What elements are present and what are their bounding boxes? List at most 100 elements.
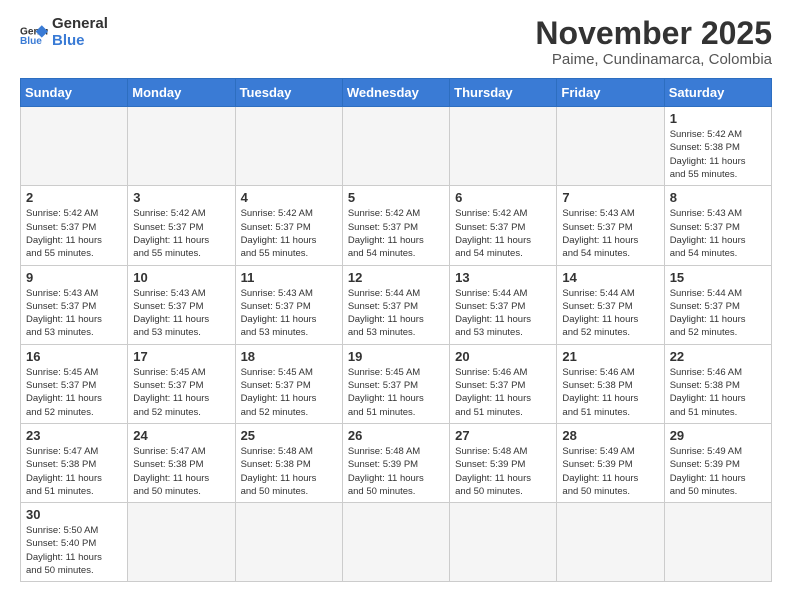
day-info: Sunrise: 5:46 AMSunset: 5:37 PMDaylight:… (455, 366, 551, 419)
day-info: Sunrise: 5:50 AMSunset: 5:40 PMDaylight:… (26, 524, 122, 577)
weekday-header-wednesday: Wednesday (342, 79, 449, 107)
day-number: 27 (455, 428, 551, 443)
calendar-cell: 26 Sunrise: 5:48 AMSunset: 5:39 PMDayligh… (342, 423, 449, 502)
day-number: 11 (241, 270, 337, 285)
calendar-cell: 18Sunrise: 5:45 AMSunset: 5:37 PMDayligh… (235, 344, 342, 423)
day-info: Sunrise: 5:48 AMSunset: 5:39 PMDaylight:… (455, 445, 551, 498)
day-number: 1 (670, 111, 766, 126)
day-info: Sunrise: 5:46 AMSunset: 5:38 PMDaylight:… (670, 366, 766, 419)
calendar-cell (342, 503, 449, 582)
svg-text:Blue: Blue (20, 35, 42, 46)
day-number: 3 (133, 190, 229, 205)
day-number: 25 (241, 428, 337, 443)
calendar-table: SundayMondayTuesdayWednesdayThursdayFrid… (20, 78, 772, 582)
calendar-cell: 6Sunrise: 5:42 AMSunset: 5:37 PMDaylight… (450, 186, 557, 265)
calendar-cell: 12Sunrise: 5:44 AMSunset: 5:37 PMDayligh… (342, 265, 449, 344)
calendar-cell (557, 107, 664, 186)
logo: General Blue General Blue (20, 16, 108, 49)
week-row-1: 1 Sunrise: 5:42 AMSunset: 5:38 PMDaylight… (21, 107, 772, 186)
calendar-cell: 13 Sunrise: 5:44 AMSunset: 5:37 PMDayligh… (450, 265, 557, 344)
calendar-cell: 28Sunrise: 5:49 AMSunset: 5:39 PMDayligh… (557, 423, 664, 502)
calendar-cell: 3Sunrise: 5:42 AMSunset: 5:37 PMDaylight… (128, 186, 235, 265)
day-info: Sunrise: 5:42 AMSunset: 5:37 PMDaylight:… (455, 207, 551, 260)
calendar-cell (342, 107, 449, 186)
weekday-header-tuesday: Tuesday (235, 79, 342, 107)
day-number: 21 (562, 349, 658, 364)
day-info: Sunrise: 5:43 AMSunset: 5:37 PMDaylight:… (241, 287, 337, 340)
week-row-2: 2Sunrise: 5:42 AMSunset: 5:37 PMDaylight… (21, 186, 772, 265)
day-info: Sunrise: 5:49 AMSunset: 5:39 PMDaylight:… (670, 445, 766, 498)
day-info: Sunrise: 5:45 AMSunset: 5:37 PMDaylight:… (26, 366, 122, 419)
day-number: 14 (562, 270, 658, 285)
week-row-6: 30 Sunrise: 5:50 AMSunset: 5:40 PMDayligh… (21, 503, 772, 582)
header: General Blue General Blue November 2025 … (20, 16, 772, 68)
calendar-cell (557, 503, 664, 582)
day-number: 29 (670, 428, 766, 443)
day-info: Sunrise: 5:46 AMSunset: 5:38 PMDaylight:… (562, 366, 658, 419)
day-info: Sunrise: 5:42 AMSunset: 5:37 PMDaylight:… (26, 207, 122, 260)
day-info: Sunrise: 5:48 AMSunset: 5:39 PMDaylight:… (348, 445, 444, 498)
calendar-cell (128, 503, 235, 582)
calendar-cell: 14 Sunrise: 5:44 AMSunset: 5:37 PMDayligh… (557, 265, 664, 344)
day-number: 17 (133, 349, 229, 364)
logo-text-blue: Blue (52, 33, 108, 50)
day-number: 10 (133, 270, 229, 285)
logo-icon: General Blue (20, 19, 48, 47)
day-number: 26 (348, 428, 444, 443)
day-info: Sunrise: 5:44 AMSunset: 5:37 PMDaylight:… (455, 287, 551, 340)
weekday-header-saturday: Saturday (664, 79, 771, 107)
calendar-cell: 4Sunrise: 5:42 AMSunset: 5:37 PMDaylight… (235, 186, 342, 265)
calendar-cell: 9 Sunrise: 5:43 AMSunset: 5:37 PMDaylight… (21, 265, 128, 344)
day-info: Sunrise: 5:48 AMSunset: 5:38 PMDaylight:… (241, 445, 337, 498)
main-title: November 2025 (535, 16, 772, 51)
calendar-cell (235, 107, 342, 186)
week-row-4: 16 Sunrise: 5:45 AMSunset: 5:37 PMDayligh… (21, 344, 772, 423)
calendar-cell (450, 107, 557, 186)
calendar-cell: 5Sunrise: 5:42 AMSunset: 5:37 PMDaylight… (342, 186, 449, 265)
week-row-3: 9 Sunrise: 5:43 AMSunset: 5:37 PMDaylight… (21, 265, 772, 344)
weekday-header-sunday: Sunday (21, 79, 128, 107)
day-info: Sunrise: 5:43 AMSunset: 5:37 PMDaylight:… (670, 207, 766, 260)
calendar-cell: 29 Sunrise: 5:49 AMSunset: 5:39 PMDayligh… (664, 423, 771, 502)
calendar-cell: 20Sunrise: 5:46 AMSunset: 5:37 PMDayligh… (450, 344, 557, 423)
day-info: Sunrise: 5:43 AMSunset: 5:37 PMDaylight:… (26, 287, 122, 340)
calendar-cell: 10 Sunrise: 5:43 AMSunset: 5:37 PMDayligh… (128, 265, 235, 344)
day-number: 16 (26, 349, 122, 364)
day-number: 28 (562, 428, 658, 443)
day-number: 30 (26, 507, 122, 522)
day-info: Sunrise: 5:45 AMSunset: 5:37 PMDaylight:… (133, 366, 229, 419)
day-info: Sunrise: 5:47 AMSunset: 5:38 PMDaylight:… (26, 445, 122, 498)
calendar-body: 1 Sunrise: 5:42 AMSunset: 5:38 PMDaylight… (21, 107, 772, 582)
page: General Blue General Blue November 2025 … (0, 0, 792, 602)
calendar-cell: 2Sunrise: 5:42 AMSunset: 5:37 PMDaylight… (21, 186, 128, 265)
week-row-5: 23 Sunrise: 5:47 AMSunset: 5:38 PMDayligh… (21, 423, 772, 502)
weekday-header-monday: Monday (128, 79, 235, 107)
day-number: 4 (241, 190, 337, 205)
calendar-cell: 7Sunrise: 5:43 AMSunset: 5:37 PMDaylight… (557, 186, 664, 265)
day-number: 22 (670, 349, 766, 364)
day-info: Sunrise: 5:45 AMSunset: 5:37 PMDaylight:… (348, 366, 444, 419)
calendar-cell: 22 Sunrise: 5:46 AMSunset: 5:38 PMDayligh… (664, 344, 771, 423)
calendar-cell: 19Sunrise: 5:45 AMSunset: 5:37 PMDayligh… (342, 344, 449, 423)
calendar-cell: 27 Sunrise: 5:48 AMSunset: 5:39 PMDayligh… (450, 423, 557, 502)
day-number: 12 (348, 270, 444, 285)
day-info: Sunrise: 5:44 AMSunset: 5:37 PMDaylight:… (562, 287, 658, 340)
weekday-row: SundayMondayTuesdayWednesdayThursdayFrid… (21, 79, 772, 107)
calendar-cell: 24Sunrise: 5:47 AMSunset: 5:38 PMDayligh… (128, 423, 235, 502)
weekday-header-friday: Friday (557, 79, 664, 107)
calendar-cell (21, 107, 128, 186)
calendar-cell (450, 503, 557, 582)
day-number: 13 (455, 270, 551, 285)
calendar-cell: 21 Sunrise: 5:46 AMSunset: 5:38 PMDayligh… (557, 344, 664, 423)
calendar-cell: 30 Sunrise: 5:50 AMSunset: 5:40 PMDayligh… (21, 503, 128, 582)
day-info: Sunrise: 5:43 AMSunset: 5:37 PMDaylight:… (133, 287, 229, 340)
day-number: 24 (133, 428, 229, 443)
logo-text-general: General (52, 16, 108, 33)
day-number: 9 (26, 270, 122, 285)
day-info: Sunrise: 5:42 AMSunset: 5:38 PMDaylight:… (670, 128, 766, 181)
calendar-header: SundayMondayTuesdayWednesdayThursdayFrid… (21, 79, 772, 107)
calendar-cell: 8Sunrise: 5:43 AMSunset: 5:37 PMDaylight… (664, 186, 771, 265)
day-number: 23 (26, 428, 122, 443)
calendar-cell (128, 107, 235, 186)
calendar-cell: 1 Sunrise: 5:42 AMSunset: 5:38 PMDaylight… (664, 107, 771, 186)
